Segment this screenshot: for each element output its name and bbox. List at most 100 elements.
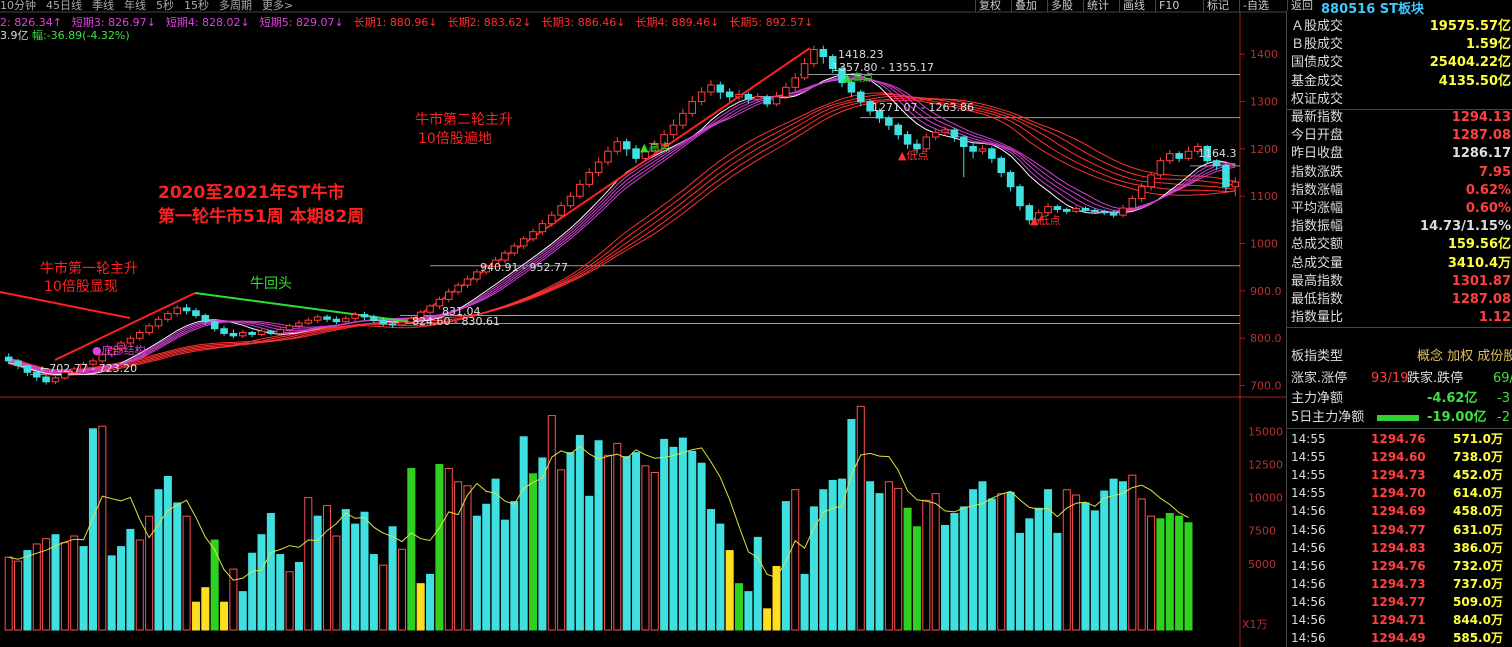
candle-body bbox=[782, 86, 790, 98]
candle-body bbox=[810, 48, 818, 65]
volume-bar bbox=[444, 468, 453, 631]
panel-row-value: 0.60% bbox=[1465, 201, 1511, 216]
tick-price: 1294.69 bbox=[1371, 504, 1426, 519]
tick-price: 1294.73 bbox=[1371, 576, 1426, 591]
volume-bar bbox=[594, 440, 603, 631]
volume-bar bbox=[70, 535, 79, 631]
volume-bar bbox=[88, 428, 97, 631]
volume-bar bbox=[1034, 507, 1043, 631]
flow5-label: 5日主力净额 bbox=[1291, 410, 1365, 425]
candle-body bbox=[135, 332, 144, 339]
volume-bar bbox=[753, 536, 762, 631]
long-ma-line bbox=[8, 92, 1236, 376]
panel-row-label: 平均涨幅 bbox=[1291, 201, 1344, 216]
price-axis-label: 1100 bbox=[1250, 190, 1278, 203]
candle-body bbox=[1119, 207, 1127, 216]
tick-time: 14:56 bbox=[1291, 576, 1326, 591]
candle-body bbox=[885, 117, 893, 126]
pullback-line bbox=[194, 292, 413, 323]
tick-time: 14:56 bbox=[1291, 540, 1326, 555]
candle-body bbox=[341, 317, 350, 323]
tick-volume: 732.0万 bbox=[1453, 558, 1503, 573]
tick-price: 1294.77 bbox=[1371, 522, 1426, 537]
candle-body bbox=[735, 93, 743, 98]
type-label: 板指类型 bbox=[1291, 349, 1344, 364]
volume-bar bbox=[622, 456, 631, 631]
candle-body bbox=[894, 124, 903, 136]
tick-price: 1294.76 bbox=[1371, 558, 1426, 573]
candle-body bbox=[688, 101, 697, 114]
candle-body bbox=[922, 136, 931, 150]
flow-extra: -3 bbox=[1497, 391, 1510, 406]
volume-bar bbox=[575, 434, 584, 631]
candle-body bbox=[257, 330, 266, 335]
candle-body bbox=[529, 231, 537, 240]
annotation-high_mark2: ▲高点 bbox=[640, 140, 670, 154]
tick-volume: 738.0万 bbox=[1453, 450, 1503, 465]
candle-body bbox=[1184, 150, 1193, 159]
kline-chart[interactable]: 1400 1300 1200 1100 1000 900.0 800.0 700.0 15000… bbox=[0, 0, 1286, 647]
down-label: 跌家.跌停 bbox=[1407, 371, 1464, 386]
candle-body bbox=[192, 310, 200, 316]
panel-row-value: 1.12 bbox=[1478, 310, 1511, 326]
volume-bar bbox=[697, 462, 706, 631]
panel-row: 昨日收盘 1286.17 bbox=[1287, 145, 1512, 163]
panel-row: 平均涨幅 0.60% bbox=[1287, 200, 1512, 218]
volume-bar bbox=[135, 539, 144, 631]
candle-body bbox=[594, 161, 603, 174]
volume-bar bbox=[472, 515, 481, 631]
volume-bar bbox=[912, 526, 921, 631]
volume-bar bbox=[285, 571, 294, 631]
volume-bar bbox=[997, 493, 1006, 631]
panel-row-value: 14.73/1.15% bbox=[1420, 219, 1511, 235]
volume-bar bbox=[482, 503, 491, 631]
candle-body bbox=[772, 96, 781, 105]
tick-time: 14:56 bbox=[1291, 522, 1326, 537]
candle-body bbox=[1147, 174, 1155, 188]
tick-volume: 386.0万 bbox=[1453, 540, 1503, 555]
volume-bar bbox=[791, 489, 800, 631]
volume-bar bbox=[1128, 474, 1137, 631]
panel-row: 指数量比 1.12 bbox=[1287, 309, 1512, 327]
volume-bar bbox=[1100, 490, 1109, 631]
candle-body bbox=[210, 321, 219, 330]
tick-time: 14:55 bbox=[1291, 486, 1326, 501]
tick-row: 14:55 1294.60 738.0万 bbox=[1287, 448, 1512, 466]
volume-bar bbox=[182, 515, 191, 631]
volume-bar bbox=[678, 437, 687, 631]
panel-row-value: 1286.17 bbox=[1451, 146, 1511, 162]
candle-body bbox=[763, 96, 771, 105]
volume-bar bbox=[98, 425, 107, 631]
volume-bar bbox=[238, 591, 247, 631]
candle-body bbox=[182, 307, 191, 312]
candle-body bbox=[501, 252, 509, 261]
volume-bar bbox=[126, 528, 135, 631]
candle-body bbox=[1016, 186, 1024, 207]
candle-body bbox=[819, 48, 828, 58]
candle-body bbox=[126, 337, 135, 344]
volume-bar bbox=[547, 415, 556, 631]
panel-row: 指数涨跌 7.95 bbox=[1287, 164, 1512, 182]
annotation-title2: 第一轮牛市51周 本期82周 bbox=[158, 206, 364, 227]
volume-bar bbox=[884, 481, 893, 631]
panel-row-label: 国债成交 bbox=[1291, 55, 1344, 71]
panel-row-label: 最高指数 bbox=[1291, 273, 1344, 289]
tick-volume: 631.0万 bbox=[1453, 522, 1503, 537]
volume-bar bbox=[941, 524, 950, 631]
tick-row: 14:56 1294.83 386.0万 bbox=[1287, 539, 1512, 557]
candle-body bbox=[1072, 208, 1080, 212]
panel-row: 基金成交 4135.50亿 bbox=[1287, 73, 1512, 91]
candle-body bbox=[585, 172, 594, 185]
flow-label: 主力净额 bbox=[1291, 391, 1344, 406]
long-ma-line bbox=[8, 95, 1236, 374]
panel-row-value: 1.59亿 bbox=[1465, 37, 1511, 53]
panel-row: Ｂ股成交 1.59亿 bbox=[1287, 36, 1512, 54]
volume-axis-label: 5000 bbox=[1248, 558, 1276, 571]
candle-body bbox=[725, 91, 734, 98]
annotation-bottom_struct: ●底部结构 bbox=[92, 343, 146, 357]
volume-bar bbox=[1109, 478, 1118, 631]
candle-body bbox=[1212, 160, 1221, 166]
volume-bar bbox=[716, 523, 725, 631]
volume-axis-label: 7500 bbox=[1248, 525, 1276, 538]
tick-time: 14:56 bbox=[1291, 594, 1326, 609]
